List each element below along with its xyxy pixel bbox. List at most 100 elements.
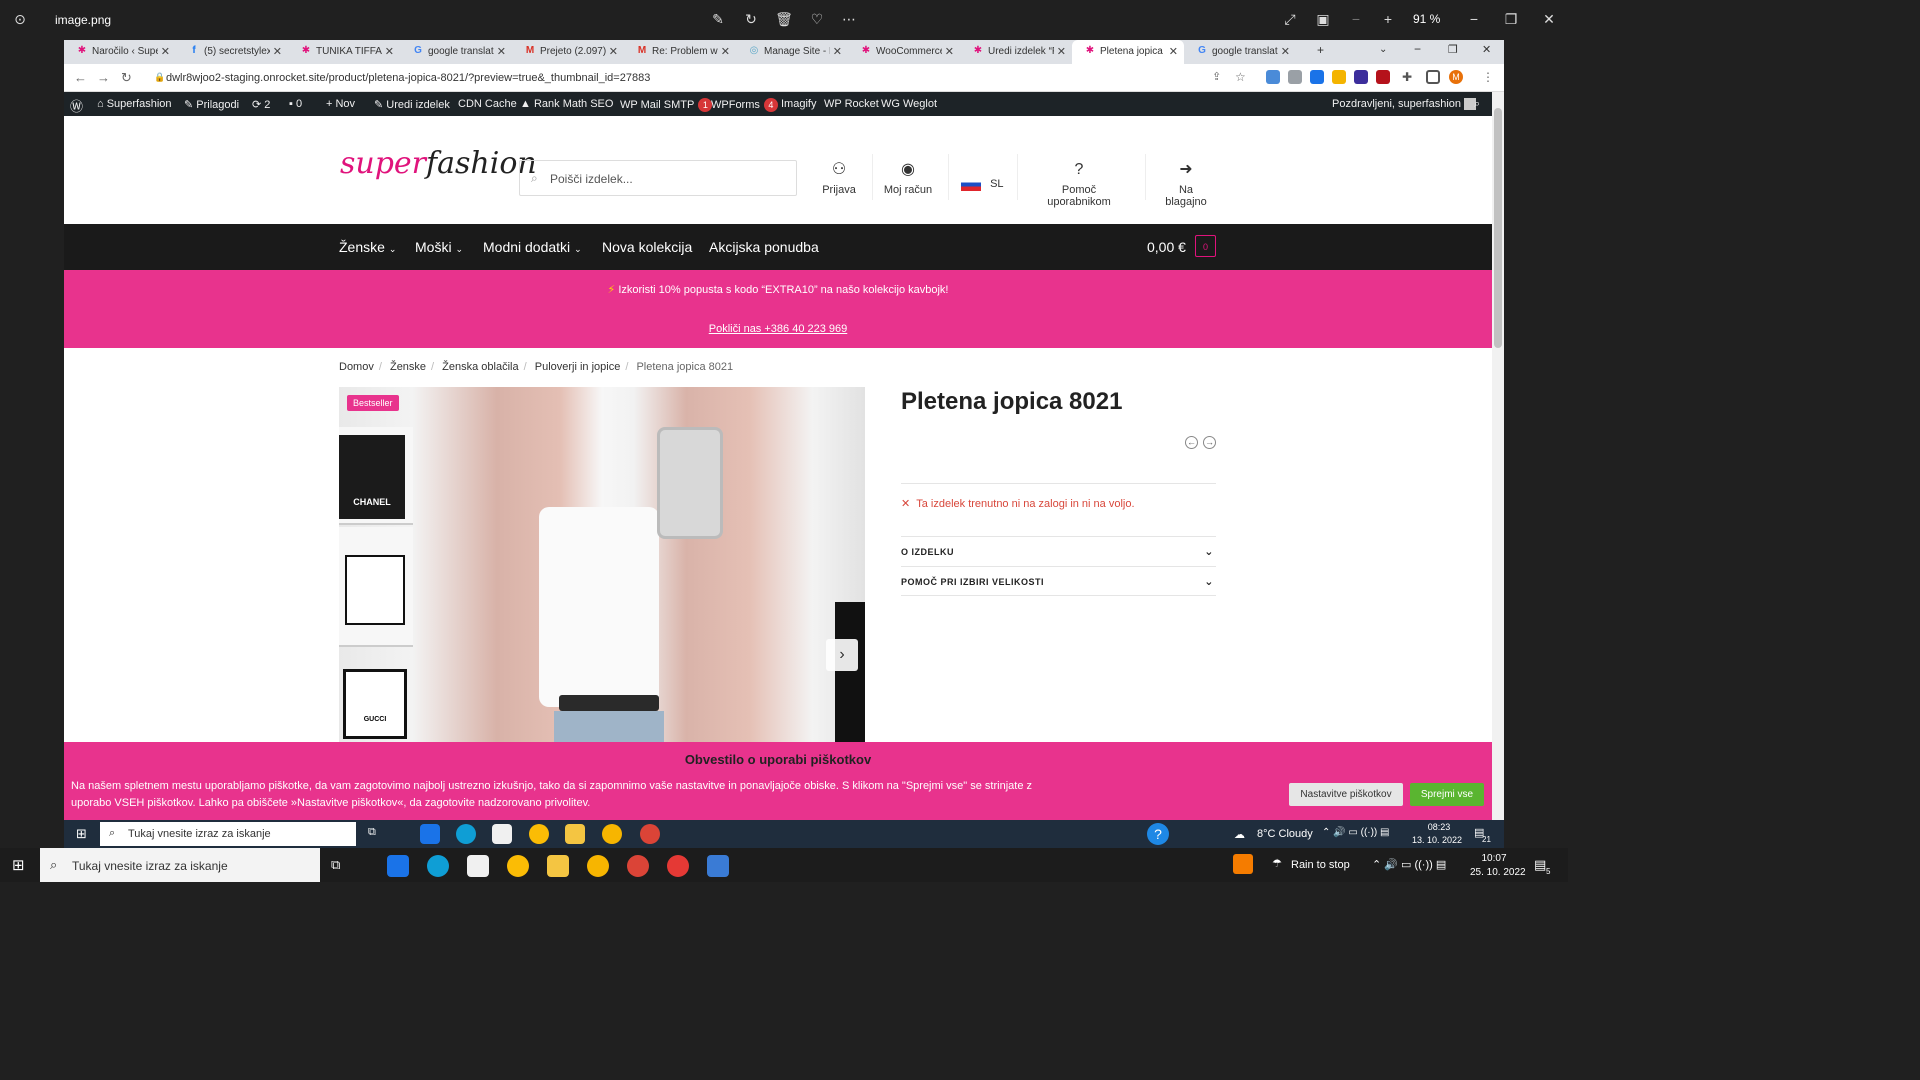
url-field[interactable]: 🔒 dwlr8wjoo2-staging.onrocket.site/produ… bbox=[150, 68, 1280, 88]
cookie-settings-button[interactable]: Nastavitve piškotkov bbox=[1289, 783, 1403, 806]
browser-tab[interactable]: Ggoogle translate ✕ bbox=[400, 40, 512, 64]
admin-imagify-link[interactable]: Imagify bbox=[781, 98, 816, 110]
browser-tab[interactable]: ✱ WooCommerce ✕ bbox=[848, 40, 960, 64]
new-tab-icon[interactable]: + bbox=[1317, 43, 1324, 57]
tab-close-icon[interactable]: ✕ bbox=[833, 45, 842, 58]
tab-close-icon[interactable]: ✕ bbox=[945, 45, 954, 58]
tab-close-icon[interactable]: ✕ bbox=[161, 45, 170, 58]
accordion-o-izdelku[interactable]: O IZDELKU ⌄ bbox=[901, 536, 1216, 566]
admin-cdn-cache-link[interactable]: CDN Cache bbox=[458, 98, 517, 110]
task-view-icon[interactable]: ⧉ bbox=[368, 826, 376, 839]
cart-total[interactable]: 0,00 € bbox=[1147, 239, 1186, 255]
browser-tab[interactable]: f (5) secretstylex ✕ bbox=[176, 40, 288, 64]
bookmark-star-icon[interactable]: ☆ bbox=[1235, 70, 1246, 84]
edge-browser-icon[interactable] bbox=[456, 824, 476, 844]
browser-tab[interactable]: M Prejeto (2.097) - ✕ bbox=[512, 40, 624, 64]
checkout-link[interactable]: ➜ Na blagajno bbox=[1157, 160, 1215, 208]
actual-size-icon[interactable]: ▣ bbox=[1314, 10, 1332, 28]
favorite-heart-icon[interactable]: ♡ bbox=[808, 10, 826, 28]
browser-minimize-icon[interactable]: − bbox=[1414, 42, 1421, 56]
rotate-icon[interactable]: ↻ bbox=[742, 10, 760, 28]
next-image-chevron-icon[interactable]: › bbox=[826, 639, 858, 671]
tab-close-icon[interactable]: ✕ bbox=[609, 45, 618, 58]
admin-comments-link[interactable]: ▪ 0 bbox=[289, 98, 302, 110]
chrome-profile-icon[interactable] bbox=[640, 824, 660, 844]
share-icon[interactable]: ⇪ bbox=[1212, 70, 1221, 83]
app-icon[interactable] bbox=[667, 855, 689, 877]
site-logo[interactable]: superfashion bbox=[340, 146, 537, 181]
tab-close-icon[interactable]: ✕ bbox=[1281, 45, 1290, 58]
browser-tab[interactable]: ✱ TUNIKA TIFFANY✕ bbox=[288, 40, 400, 64]
extension-icon[interactable] bbox=[1354, 70, 1368, 84]
screenshot-search-box[interactable]: ⌕ Tukaj vnesite izraz za iskanje bbox=[100, 822, 356, 846]
extension-icon[interactable] bbox=[1376, 70, 1390, 84]
admin-greeting[interactable]: Pozdravljeni, superfashion bbox=[1332, 98, 1477, 111]
admin-weglot-link[interactable]: WG Weglot bbox=[881, 98, 937, 110]
page-scrollbar[interactable] bbox=[1492, 92, 1504, 820]
help-link[interactable]: ? Pomoč uporabnikom bbox=[1029, 160, 1129, 208]
mail-app-icon[interactable] bbox=[387, 855, 409, 877]
windows-start-icon[interactable]: ⊞ bbox=[76, 826, 87, 842]
nav-item-modni-dodatki[interactable]: Modni dodatki ⌄ bbox=[483, 239, 582, 255]
breadcrumb-link[interactable]: Domov bbox=[339, 361, 374, 373]
promo-phone-link[interactable]: Pokliči nas +386 40 223 969 bbox=[64, 323, 1492, 335]
store-icon[interactable] bbox=[467, 855, 489, 877]
browser-tab[interactable]: ✱ Naročilo ‹ Super ✕ bbox=[64, 40, 176, 64]
browser-restore-icon[interactable]: ❐ bbox=[1448, 43, 1458, 56]
nav-item-akcijska-ponudba[interactable]: Akcijska ponudba bbox=[709, 239, 819, 255]
notification-icon[interactable]: ▤ bbox=[1534, 857, 1546, 873]
browser-tab[interactable]: M Re: Problem with✕ bbox=[624, 40, 736, 64]
extension-icon[interactable] bbox=[1288, 70, 1302, 84]
weather-text[interactable]: Rain to stop bbox=[1291, 859, 1350, 871]
tab-close-icon[interactable]: ✕ bbox=[273, 45, 282, 58]
restore-window-icon[interactable]: ❐ bbox=[1502, 10, 1520, 28]
admin-smtp-link[interactable]: WP Mail SMTP 1 bbox=[620, 98, 713, 112]
file-explorer-icon[interactable] bbox=[547, 855, 569, 877]
more-options-icon[interactable]: ⋯ bbox=[840, 10, 858, 28]
wordpress-logo-icon[interactable]: Ⓦ bbox=[70, 96, 83, 115]
admin-edit-product-link[interactable]: ✎ Uredi izdelek bbox=[374, 98, 450, 111]
product-search-input[interactable]: ⌕ Poišči izdelek... bbox=[519, 160, 797, 196]
minimize-window-icon[interactable]: − bbox=[1465, 10, 1483, 28]
my-account-link[interactable]: ◉ Moj račun bbox=[882, 160, 934, 196]
scrollbar-thumb[interactable] bbox=[1494, 108, 1502, 348]
help-question-icon[interactable]: ? bbox=[1147, 823, 1169, 845]
browser-tab[interactable]: ✱ Uredi izdelek “P ✕ bbox=[960, 40, 1072, 64]
breadcrumb-link[interactable]: Ženska oblačila bbox=[442, 361, 518, 373]
nav-item-moski[interactable]: Moški ⌄ bbox=[415, 239, 463, 255]
browser-menu-icon[interactable]: ⋮ bbox=[1482, 70, 1494, 84]
extension-icon[interactable] bbox=[1266, 70, 1280, 84]
store-icon[interactable] bbox=[492, 824, 512, 844]
chrome-icon[interactable] bbox=[529, 824, 549, 844]
fullscreen-icon[interactable]: ⤢ bbox=[1281, 10, 1299, 28]
forward-icon[interactable]: → bbox=[97, 70, 110, 85]
zoom-in-icon[interactable]: + bbox=[1379, 10, 1397, 28]
mail-app-icon[interactable] bbox=[420, 824, 440, 844]
cookie-accept-button[interactable]: Sprejmi vse bbox=[1410, 783, 1484, 806]
chrome-profile-icon[interactable] bbox=[627, 855, 649, 877]
admin-site-link[interactable]: ⌂ Superfashion bbox=[97, 98, 172, 110]
extension-icon[interactable] bbox=[1332, 70, 1346, 84]
reload-icon[interactable]: ↻ bbox=[121, 70, 132, 86]
browser-tab[interactable]: ✱ Pletena jopica 8 ✕ bbox=[1072, 40, 1184, 64]
tab-close-icon[interactable]: ✕ bbox=[1169, 45, 1178, 58]
profile-avatar-icon[interactable]: M bbox=[1449, 70, 1463, 84]
edge-browser-icon[interactable] bbox=[427, 855, 449, 877]
side-panel-icon[interactable] bbox=[1426, 70, 1440, 84]
admin-search-icon[interactable]: ⌕ bbox=[1474, 98, 1480, 111]
tab-close-icon[interactable]: ✕ bbox=[1057, 45, 1066, 58]
windows-start-icon[interactable]: ⊞ bbox=[12, 856, 25, 874]
admin-customize-link[interactable]: ✎ Prilagodi bbox=[184, 98, 239, 111]
edit-image-icon[interactable]: ✎ bbox=[709, 10, 727, 28]
admin-wpforms-link[interactable]: WPForms 4 bbox=[711, 98, 778, 112]
login-link[interactable]: ⚇ Prijava bbox=[819, 160, 859, 196]
tab-close-icon[interactable]: ✕ bbox=[721, 45, 730, 58]
nav-item-nova-kolekcija[interactable]: Nova kolekcija bbox=[602, 239, 692, 255]
close-window-icon[interactable]: ✕ bbox=[1540, 10, 1558, 28]
task-view-icon[interactable]: ⧉ bbox=[331, 857, 340, 873]
tab-close-icon[interactable]: ✕ bbox=[497, 45, 506, 58]
tab-search-chevron-icon[interactable]: ⌄ bbox=[1379, 44, 1387, 55]
browser-tab[interactable]: ◎ Manage Site - R ✕ bbox=[736, 40, 848, 64]
breadcrumb-link[interactable]: Puloverji in jopice bbox=[535, 361, 621, 373]
file-explorer-icon[interactable] bbox=[565, 824, 585, 844]
